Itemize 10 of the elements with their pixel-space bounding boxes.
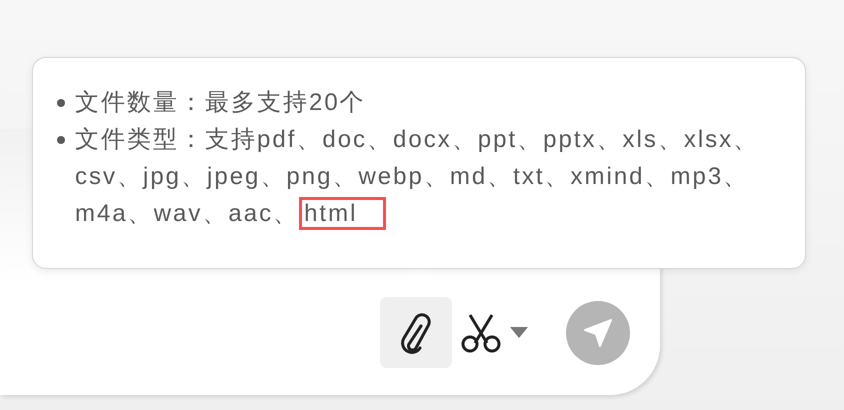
send-icon — [583, 318, 613, 348]
caret-icon — [510, 326, 528, 338]
bullet-icon — [57, 136, 65, 144]
paperclip-icon — [399, 312, 433, 354]
attach-button[interactable] — [380, 297, 452, 368]
highlight-box: html — [299, 197, 386, 230]
bullet-icon — [57, 99, 65, 107]
list-item-text: 文件数量：最多支持20个 — [75, 88, 366, 118]
list-item-text: 文件类型：支持pdf、doc、docx、ppt、pptx、xls、xlsx、csv、jpg、jpeg、png、webp、md、txt、xmind、mp3、m4a、wav、aac、 html — [75, 121, 775, 232]
scissors-icon — [460, 312, 502, 352]
